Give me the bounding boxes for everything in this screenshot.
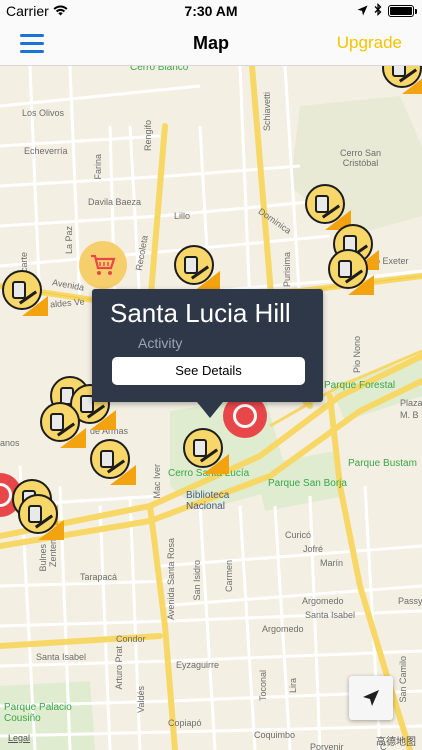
map-label: Lira [288,678,298,694]
map-label: Parque Palacio Cousiño [4,702,72,724]
map-label: Rengifo [143,120,153,152]
map-label: Santa Isabel [36,652,87,662]
map-label: Farina [93,154,103,180]
status-right [357,2,417,19]
map-label: Davila Baeza [88,197,142,207]
activity-marker[interactable] [2,270,48,316]
map-label: Curicó [285,530,312,540]
marker-flag [402,74,422,94]
map-label: Bulnes [38,544,48,572]
map-label: Eyzaguirre [176,660,220,670]
map-label: Mac Iver [152,464,162,499]
current-location-button[interactable] [349,676,393,720]
restaurant-icon [233,404,257,428]
map-label: Toconal [258,670,268,702]
map-label: Cerro San Cristóbal [340,148,382,168]
legal-link[interactable]: Legal [8,733,30,743]
map-label: Parque San Borja [268,478,347,489]
map-label: San Camilo [398,656,408,703]
nav-bar: Map Upgrade [0,22,422,66]
map-label: Purisima [282,252,292,288]
restaurant-icon [0,483,12,507]
map-label: San Isidro [192,560,202,601]
battery-icon [388,5,417,17]
location-arrow-icon [363,690,379,706]
map-label: Passy [398,596,422,606]
map-label: Biblioteca Nacional [186,490,230,512]
shopping-cart-icon [91,254,116,275]
map-label: Coquimbo [254,730,296,740]
status-bar: Carrier 7:30 AM [0,0,422,22]
map-label: Condor [116,634,146,644]
map-label: Plaza [400,398,422,408]
marker-flag [90,410,116,430]
see-details-button[interactable]: See Details [112,357,305,385]
map-label: Argomedo [302,596,344,606]
map-label: Carmen [224,560,234,593]
marker-flag [22,296,48,316]
map-label: Pio Nono [352,336,362,374]
map-label: Los Olivos [22,108,65,118]
upgrade-button[interactable]: Upgrade [337,33,402,53]
map-label: Copiapó [168,718,202,728]
battery-level [390,7,412,15]
map-label: Porvenir [310,742,344,750]
marker-callout: Santa Lucia Hill Activity See Details [92,289,323,402]
map-provider-label: 高德地图 [376,737,416,748]
activity-marker[interactable] [328,249,374,295]
activity-marker[interactable] [18,494,64,540]
map-label: Arturo Prat [114,646,124,690]
map-label: Parque Forestal [324,380,396,391]
map-label: M. B [400,410,419,420]
selected-activity-marker[interactable] [183,428,229,474]
activity-marker[interactable] [90,439,136,485]
map-label: Lillo [174,211,191,221]
bluetooth-icon [374,2,382,19]
marker-flag [110,465,136,485]
marker-flag [60,428,86,448]
map-label: Jofré [303,544,324,554]
activity-marker[interactable] [40,402,86,448]
marker-flag [38,520,64,540]
activity-marker[interactable] [174,245,220,291]
map-label: Santa Isabel [305,610,356,620]
map-label: Avenida Santa Rosa [166,538,176,620]
callout-subtitle: Activity [138,335,183,351]
marker-flag [194,271,220,291]
map-label: Schiavetti [262,92,272,132]
marker-flag [203,454,229,474]
map-screen: Carrier 7:30 AM Map Upgrade Cerro Blanco… [0,0,422,750]
map-label: Echeverría [24,146,68,156]
map-label: La Paz [64,226,74,255]
map-label: Valdés [136,686,146,713]
map-label: Tarapacá [80,572,118,582]
callout-pointer [197,402,223,418]
map-label: anos [0,438,20,448]
map-label: Parque Bustam [348,458,417,469]
shopping-cart-marker[interactable] [79,241,127,289]
marker-flag [348,275,374,295]
callout-title: Santa Lucia Hill [110,298,291,328]
map-label: Argomedo [262,624,304,634]
location-services-icon [357,3,368,19]
map-label: Marín [320,558,344,568]
